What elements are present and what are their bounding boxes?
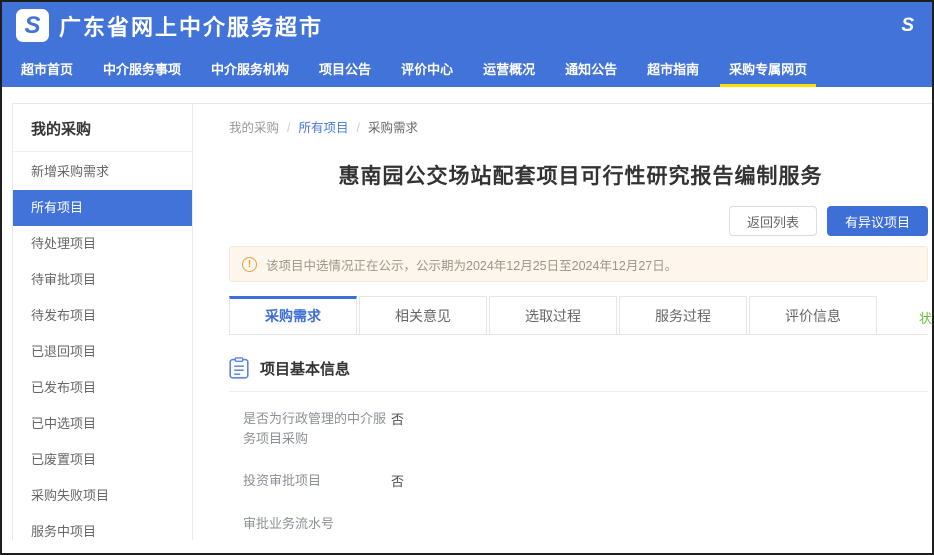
field-label: 是否为行政管理的中介服务项目采购 <box>243 409 391 449</box>
breadcrumb-采购需求: 采购需求 <box>368 121 418 135</box>
sidebar-list: 新增采购需求所有项目待处理项目待审批项目待发布项目已退回项目已发布项目已中选项目… <box>13 154 192 540</box>
back-to-list-button[interactable]: 返回列表 <box>729 206 817 236</box>
field-row: 是否为行政管理的中介服务项目采购否 <box>243 398 932 460</box>
mini-logo-icon: S <box>901 16 914 35</box>
nav-item-评价中心[interactable]: 评价中心 <box>386 49 468 87</box>
field-value: 否 <box>391 409 404 449</box>
sidebar-item-服务中项目[interactable]: 服务中项目 <box>13 514 192 540</box>
tab-选取过程[interactable]: 选取过程 <box>489 296 617 334</box>
clipboard-icon <box>229 357 249 379</box>
basic-info-fields: 是否为行政管理的中介服务项目采购否投资审批项目否审批业务流水号采购项目编码441… <box>229 392 932 540</box>
warning-icon: ! <box>242 257 257 272</box>
sidebar-item-已退回项目[interactable]: 已退回项目 <box>13 334 192 370</box>
breadcrumb-separator: / <box>357 121 360 135</box>
sidebar-item-待审批项目[interactable]: 待审批项目 <box>13 262 192 298</box>
notice-text: 该项目中选情况正在公示，公示期为2024年12月25日至2024年12月27日。 <box>266 255 677 274</box>
site-logo-letter: S <box>24 14 40 38</box>
sidebar-item-待处理项目[interactable]: 待处理项目 <box>13 226 192 262</box>
objection-project-button[interactable]: 有异议项目 <box>827 206 928 236</box>
breadcrumb: 我的采购 / 所有项目 / 采购需求 <box>229 117 932 136</box>
sidebar-item-已发布项目[interactable]: 已发布项目 <box>13 370 192 406</box>
field-row: 审批业务流水号 <box>243 503 932 540</box>
nav-item-通知公告[interactable]: 通知公告 <box>550 49 632 87</box>
status-label: 状 <box>919 308 932 327</box>
sidebar-section: 我的采购新增采购需求所有项目待处理项目待审批项目待发布项目已退回项目已发布项目已… <box>13 104 192 540</box>
nav-item-项目公告[interactable]: 项目公告 <box>304 49 386 87</box>
sidebar-item-已废置项目[interactable]: 已废置项目 <box>13 442 192 478</box>
tab-服务过程[interactable]: 服务过程 <box>619 296 747 334</box>
main-nav: 超市首页中介服务事项中介服务机构项目公告评价中心运营概况通知公告超市指南采购专属… <box>2 49 932 87</box>
sidebar-item-所有项目[interactable]: 所有项目 <box>13 190 192 226</box>
field-label: 投资审批项目 <box>243 471 391 492</box>
app-header: S 广东省网上中介服务超市 S <box>2 2 932 49</box>
breadcrumb-所有项目[interactable]: 所有项目 <box>299 121 349 135</box>
field-value: 否 <box>391 471 404 492</box>
nav-item-采购专属网页[interactable]: 采购专属网页 <box>714 49 822 87</box>
tab-相关意见[interactable]: 相关意见 <box>359 296 487 334</box>
nav-item-中介服务机构[interactable]: 中介服务机构 <box>196 49 304 87</box>
sidebar: 我的采购新增采购需求所有项目待处理项目待审批项目待发布项目已退回项目已发布项目已… <box>13 104 193 540</box>
sidebar-item-采购失败项目[interactable]: 采购失败项目 <box>13 478 192 514</box>
app-window: S 广东省网上中介服务超市 S 超市首页中介服务事项中介服务机构项目公告评价中心… <box>0 0 934 555</box>
section-header-basic-info: 项目基本信息 <box>229 357 928 392</box>
detail-tabs: 采购需求相关意见选取过程服务过程评价信息状 <box>229 296 928 335</box>
site-logo-icon: S <box>16 9 49 42</box>
action-buttons: 返回列表 有异议项目 <box>229 206 928 236</box>
sidebar-item-新增采购需求[interactable]: 新增采购需求 <box>13 154 192 190</box>
sidebar-heading: 我的采购 <box>13 104 192 152</box>
page-title: 惠南园公交场站配套项目可行性研究报告编制服务 <box>229 160 932 190</box>
main-content: 我的采购 / 所有项目 / 采购需求 惠南园公交场站配套项目可行性研究报告编制服务 返回… <box>193 104 932 540</box>
nav-item-运营概况[interactable]: 运营概况 <box>468 49 550 87</box>
field-label: 审批业务流水号 <box>243 514 391 534</box>
publicity-notice: ! 该项目中选情况正在公示，公示期为2024年12月25日至2024年12月27… <box>229 246 928 282</box>
section-title: 项目基本信息 <box>260 358 350 379</box>
nav-item-中介服务事项[interactable]: 中介服务事项 <box>88 49 196 87</box>
nav-item-超市首页[interactable]: 超市首页 <box>6 49 88 87</box>
field-row: 投资审批项目否 <box>243 460 932 503</box>
sidebar-item-已中选项目[interactable]: 已中选项目 <box>13 406 192 442</box>
sidebar-item-待发布项目[interactable]: 待发布项目 <box>13 298 192 334</box>
content-panel: 我的采购新增采购需求所有项目待处理项目待审批项目待发布项目已退回项目已发布项目已… <box>12 103 932 540</box>
nav-item-超市指南[interactable]: 超市指南 <box>632 49 714 87</box>
site-title: 广东省网上中介服务超市 <box>59 10 323 42</box>
breadcrumb-separator: / <box>287 121 290 135</box>
tab-评价信息[interactable]: 评价信息 <box>749 296 877 334</box>
breadcrumb-我的采购[interactable]: 我的采购 <box>229 121 279 135</box>
tab-采购需求[interactable]: 采购需求 <box>229 296 357 334</box>
